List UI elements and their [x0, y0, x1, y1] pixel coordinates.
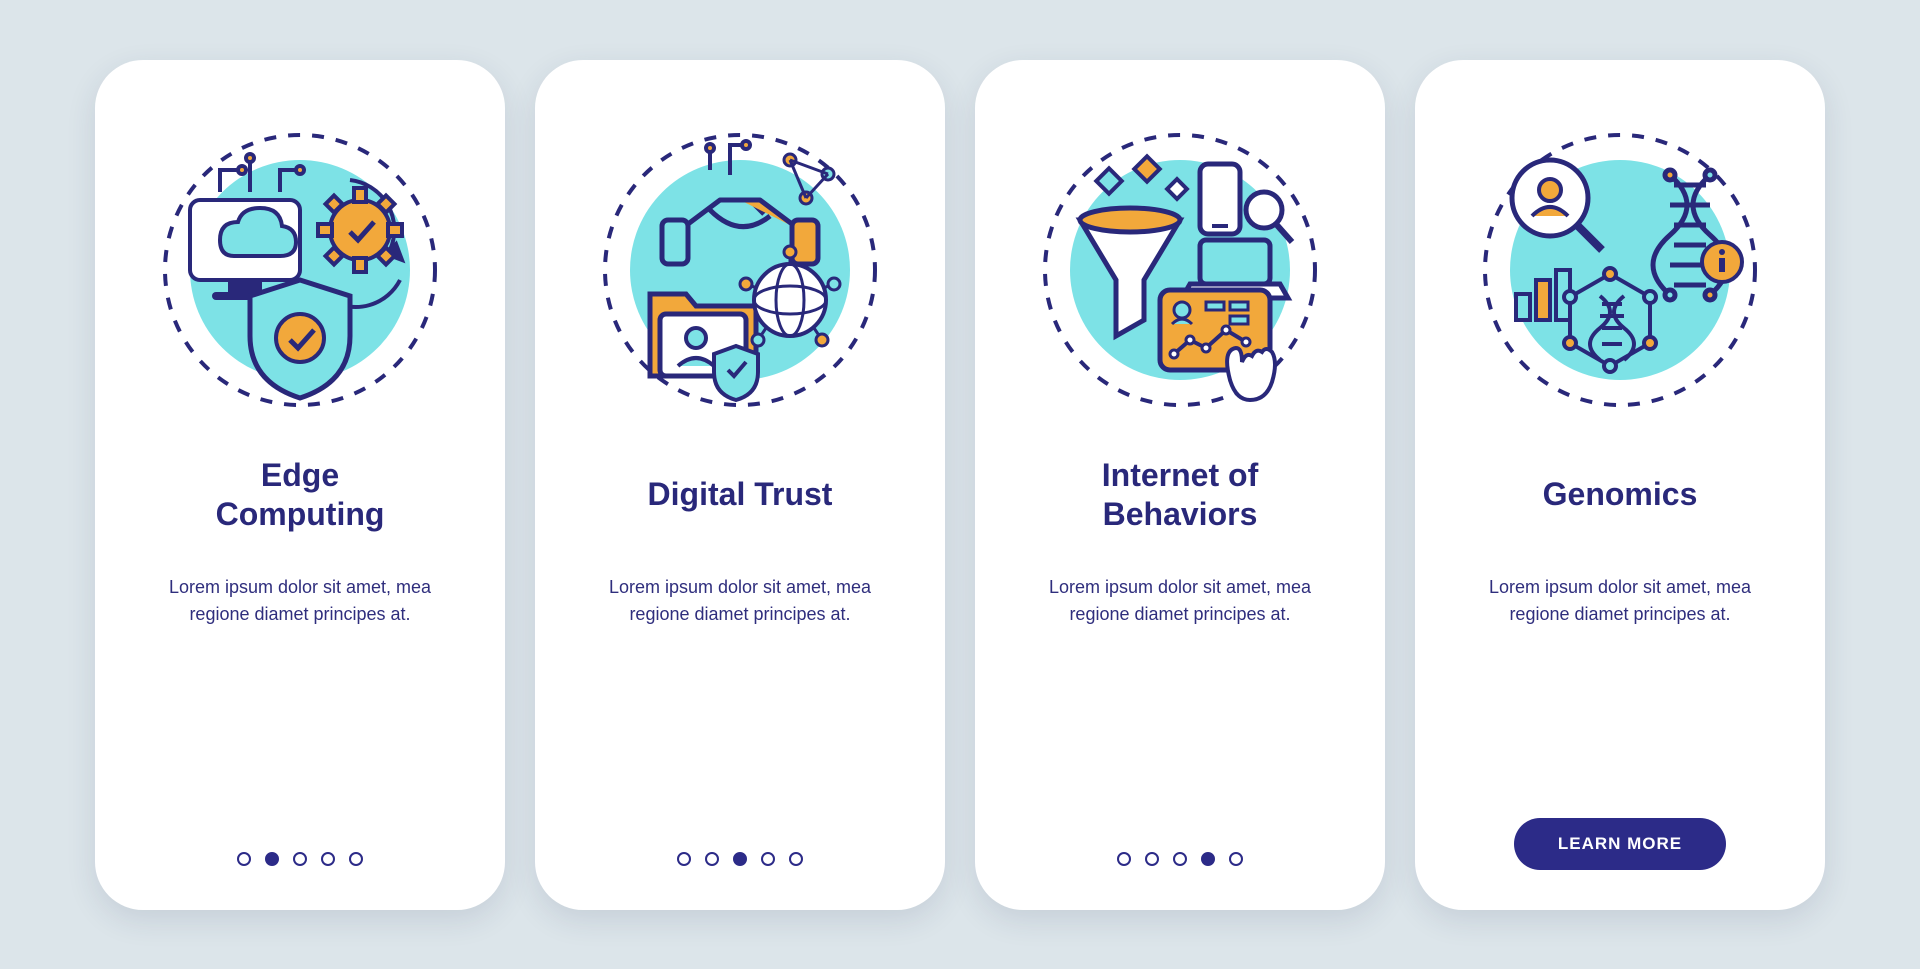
pager-dot[interactable] — [733, 852, 747, 866]
pager-dot[interactable] — [761, 852, 775, 866]
pager-dot[interactable] — [677, 852, 691, 866]
pager — [237, 852, 363, 866]
pager-dot[interactable] — [705, 852, 719, 866]
card-title: Internet of Behaviors — [1102, 456, 1258, 534]
card-description: Lorem ipsum dolor sit amet, mea regione … — [1030, 574, 1330, 628]
pager-dot[interactable] — [1173, 852, 1187, 866]
card-genomics: Genomics Lorem ipsum dolor sit amet, mea… — [1415, 60, 1825, 910]
onboarding-stage: Edge Computing Lorem ipsum dolor sit ame… — [55, 20, 1865, 950]
pager-dot[interactable] — [1201, 852, 1215, 866]
pager-dot[interactable] — [1145, 852, 1159, 866]
pager-dot[interactable] — [265, 852, 279, 866]
edge-computing-icon — [150, 120, 450, 420]
card-title: Edge Computing — [216, 456, 385, 534]
learn-more-button[interactable]: LEARN MORE — [1514, 818, 1726, 870]
card-description: Lorem ipsum dolor sit amet, mea regione … — [590, 574, 890, 628]
pager-dot[interactable] — [237, 852, 251, 866]
card-description: Lorem ipsum dolor sit amet, mea regione … — [1470, 574, 1770, 628]
pager-dot[interactable] — [293, 852, 307, 866]
card-internet-of-behaviors: Internet of Behaviors Lorem ipsum dolor … — [975, 60, 1385, 910]
card-edge-computing: Edge Computing Lorem ipsum dolor sit ame… — [95, 60, 505, 910]
pager-dot[interactable] — [789, 852, 803, 866]
card-title: Genomics — [1543, 456, 1698, 534]
pager — [677, 852, 803, 866]
digital-trust-icon — [590, 120, 890, 420]
genomics-icon — [1470, 120, 1770, 420]
pager-dot[interactable] — [1117, 852, 1131, 866]
pager — [1117, 852, 1243, 866]
pager-dot[interactable] — [1229, 852, 1243, 866]
pager-dot[interactable] — [349, 852, 363, 866]
card-digital-trust: Digital Trust Lorem ipsum dolor sit amet… — [535, 60, 945, 910]
pager-dot[interactable] — [321, 852, 335, 866]
card-title: Digital Trust — [648, 456, 833, 534]
card-description: Lorem ipsum dolor sit amet, mea regione … — [150, 574, 450, 628]
iob-icon — [1030, 120, 1330, 420]
